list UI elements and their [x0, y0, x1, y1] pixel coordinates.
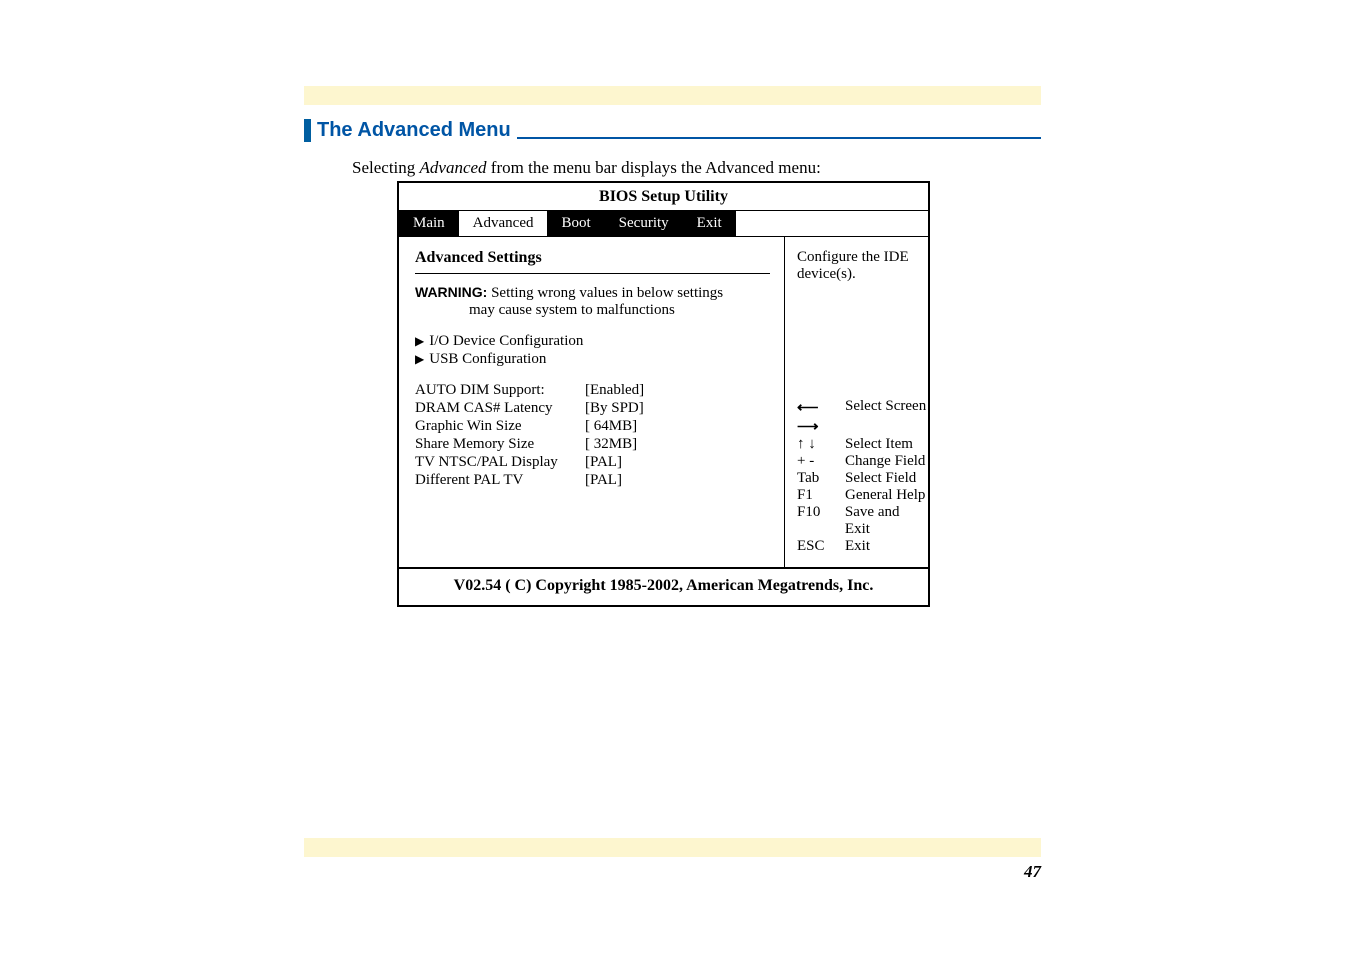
- setting-value[interactable]: [PAL]: [585, 472, 770, 489]
- tab-main[interactable]: Main: [399, 211, 459, 236]
- submenu-label: USB Configuration: [429, 351, 546, 368]
- help-text-line2: device(s).: [797, 266, 918, 283]
- setting-label[interactable]: TV NTSC/PAL Display: [415, 454, 585, 471]
- intro-text: Selecting Advanced from the menu bar dis…: [352, 158, 821, 178]
- setting-label[interactable]: Share Memory Size: [415, 436, 585, 453]
- page-number: 47: [304, 862, 1041, 882]
- key-row: ⟵ ⟶ Select Screen: [797, 398, 928, 436]
- tab-advanced[interactable]: Advanced: [459, 211, 548, 236]
- key-desc: Select Screen: [845, 398, 926, 436]
- tab-boot[interactable]: Boot: [547, 211, 604, 236]
- key-legend: ⟵ ⟶ Select Screen ↑ ↓ Select Item + - Chang…: [797, 398, 928, 555]
- submenu-io-device[interactable]: ▶ I/O Device Configuration: [415, 333, 770, 350]
- key-desc: Select Field: [845, 470, 916, 487]
- key-updown-icon: ↑ ↓: [797, 436, 833, 453]
- intro-suffix: from the menu bar displays the Advanced …: [487, 158, 821, 177]
- heading-text: The Advanced Menu: [317, 119, 511, 142]
- key-desc: Save and Exit: [845, 504, 928, 538]
- setting-value[interactable]: [ 64MB]: [585, 418, 770, 435]
- key-row: F1 General Help: [797, 487, 928, 504]
- heading-accent: [304, 119, 311, 142]
- key-row: F10 Save and Exit: [797, 504, 928, 538]
- key-row: + - Change Field: [797, 453, 928, 470]
- warning-text1: Setting wrong values in below settings: [487, 285, 723, 301]
- setting-label[interactable]: Graphic Win Size: [415, 418, 585, 435]
- setting-label[interactable]: Different PAL TV: [415, 472, 585, 489]
- bios-right-panel: Configure the IDE device(s). ⟵ ⟶ Select S…: [785, 237, 928, 567]
- bios-copyright: V02.54 ( C) Copyright 1985-2002, America…: [399, 567, 928, 605]
- header-band: [304, 86, 1041, 105]
- key-desc: Select Item: [845, 436, 913, 453]
- footer-band: [304, 838, 1041, 857]
- warning-label: WARNING:: [415, 284, 487, 300]
- section-heading: The Advanced Menu: [304, 119, 1041, 142]
- tab-security[interactable]: Security: [605, 211, 683, 236]
- help-text-line1: Configure the IDE: [797, 249, 918, 266]
- key-desc: Change Field: [845, 453, 925, 470]
- bios-left-panel: Advanced Settings WARNING: Setting wrong…: [399, 237, 785, 567]
- setting-label[interactable]: AUTO DIM Support:: [415, 382, 585, 399]
- bios-tabbar: Main Advanced Boot Security Exit: [399, 210, 928, 237]
- key-esc: ESC: [797, 538, 833, 555]
- triangle-icon: ▶: [415, 334, 424, 349]
- key-desc: General Help: [845, 487, 925, 504]
- submenu-label: I/O Device Configuration: [429, 333, 583, 350]
- bios-title: BIOS Setup Utility: [399, 183, 928, 210]
- setting-value[interactable]: [By SPD]: [585, 400, 770, 417]
- intro-em: Advanced: [420, 158, 487, 177]
- key-plusminus: + -: [797, 453, 833, 470]
- setting-label[interactable]: DRAM CAS# Latency: [415, 400, 585, 417]
- section-rule: [415, 273, 770, 274]
- bios-window: BIOS Setup Utility Main Advanced Boot Se…: [397, 181, 930, 607]
- key-tab: Tab: [797, 470, 833, 487]
- intro-prefix: Selecting: [352, 158, 420, 177]
- submenu-list: ▶ I/O Device Configuration ▶ USB Configu…: [415, 333, 770, 368]
- heading-rule: [517, 137, 1041, 139]
- settings-grid: AUTO DIM Support:[Enabled] DRAM CAS# Lat…: [415, 382, 770, 489]
- setting-value[interactable]: [PAL]: [585, 454, 770, 471]
- key-desc: Exit: [845, 538, 870, 555]
- key-row: ESC Exit: [797, 538, 928, 555]
- triangle-icon: ▶: [415, 352, 424, 367]
- key-row: Tab Select Field: [797, 470, 928, 487]
- advanced-settings-title: Advanced Settings: [415, 249, 770, 267]
- key-leftright-icon: ⟵ ⟶: [797, 398, 833, 436]
- setting-value[interactable]: [ 32MB]: [585, 436, 770, 453]
- key-f10: F10: [797, 504, 833, 538]
- setting-value[interactable]: [Enabled]: [585, 382, 770, 399]
- warning-line1: WARNING: Setting wrong values in below s…: [415, 284, 770, 302]
- bios-body: Advanced Settings WARNING: Setting wrong…: [399, 237, 928, 567]
- key-f1: F1: [797, 487, 833, 504]
- warning-line2: may cause system to malfunctions: [415, 302, 770, 319]
- key-row: ↑ ↓ Select Item: [797, 436, 928, 453]
- tab-exit[interactable]: Exit: [683, 211, 736, 236]
- submenu-usb-config[interactable]: ▶ USB Configuration: [415, 351, 770, 368]
